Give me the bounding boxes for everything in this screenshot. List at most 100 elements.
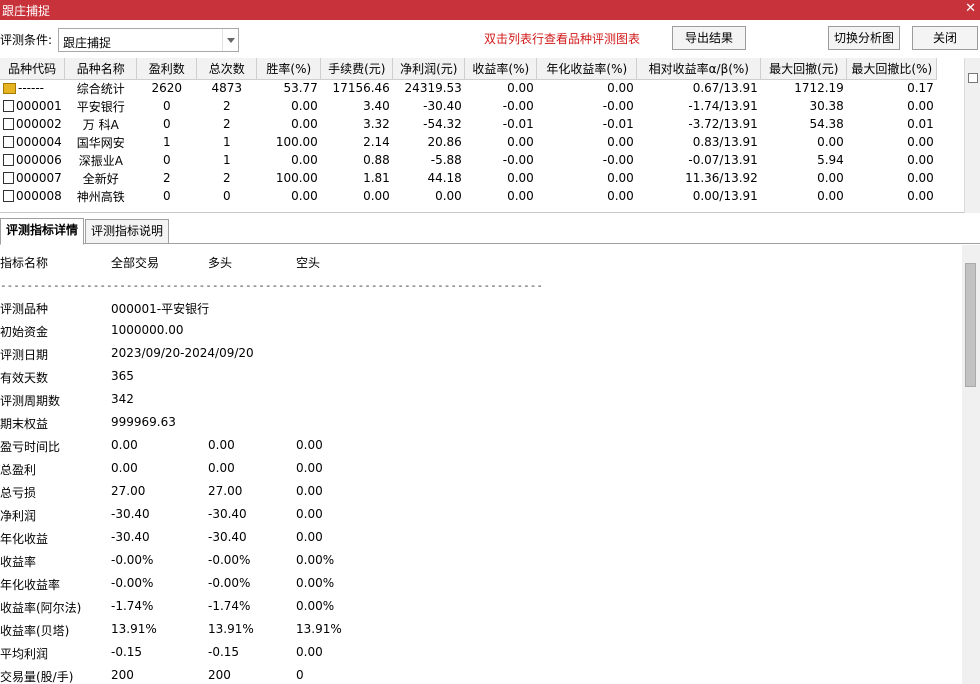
column-header[interactable]: 总次数: [196, 58, 258, 80]
metric-value: -0.15: [208, 645, 240, 659]
table-cell: 0: [162, 153, 171, 167]
cell-code: 000008: [0, 187, 65, 205]
detail-scrollbar[interactable]: [962, 245, 980, 684]
column-header[interactable]: 净利润(元): [392, 58, 466, 80]
table-cell: 2: [222, 99, 231, 113]
chevron-down-icon[interactable]: [222, 29, 238, 51]
metric-name: 期末权益: [0, 417, 49, 431]
table-cell: -30.40: [423, 99, 462, 113]
metric-value: 365: [111, 369, 134, 383]
table-cell: 0: [162, 189, 171, 203]
cell-code: 000006: [0, 151, 65, 169]
table-cell: 全新好: [82, 171, 119, 186]
column-header[interactable]: 年化收益率(%): [536, 58, 638, 80]
table-cell: 深振业A: [78, 153, 123, 168]
column-header[interactable]: 品种名称: [64, 58, 138, 80]
column-header[interactable]: 手续费(元): [320, 58, 394, 80]
table-row[interactable]: 000002 万 科A 0 2 0.00 3.32 -54.32 -0.01 -0.01 -3.7…: [0, 115, 937, 133]
title-bar: 跟庄捕捉 ✕: [0, 0, 980, 20]
column-header[interactable]: 相对收益率α/β(%): [636, 58, 762, 80]
table-cell: 0.67/13.91: [692, 81, 758, 96]
column-header[interactable]: 收益率(%): [464, 58, 538, 80]
metric-name: 年化收益率: [0, 578, 61, 592]
metric-value: 000001-平安银行: [111, 302, 210, 316]
table-cell: 万 科A: [82, 117, 119, 132]
cell-code-text: 000004: [16, 135, 62, 149]
table-row[interactable]: 000008 神州高铁 0 0 0.00 0.00 0.00 0.00 0.00 0.00/13.…: [0, 187, 937, 205]
table-cell: 0.00: [907, 99, 934, 113]
column-header[interactable]: 盈利数: [136, 58, 198, 80]
metric-value: 0.00: [296, 438, 323, 452]
table-row[interactable]: 000004 国华网安 1 1 100.00 2.14 20.86 0.00 0.00 0.83/…: [0, 133, 937, 151]
table-cell: -0.01: [602, 117, 634, 131]
metric-value: -0.00%: [208, 576, 251, 590]
table-cell: 0.00: [607, 189, 634, 203]
metric-value: 200: [208, 668, 231, 682]
table-cell: -0.00: [602, 153, 634, 167]
metric-value: 2023/09/20-2024/09/20: [111, 346, 254, 360]
metric-name: 交易量(股/手): [0, 670, 74, 684]
close-icon[interactable]: ✕: [965, 1, 976, 16]
metric-value: 0.00: [296, 484, 323, 498]
table-cell: 0.00: [507, 189, 534, 203]
table-cell: 0.00: [817, 135, 844, 149]
metric-name: 总盈利: [0, 463, 37, 477]
export-button[interactable]: 导出结果: [672, 26, 746, 50]
tab-details[interactable]: 评测指标详情: [0, 218, 85, 245]
table-row[interactable]: 000001 平安银行 0 2 0.00 3.40 -30.40 -0.00 -0.00 -1.7…: [0, 97, 937, 115]
metric-name: 收益率: [0, 555, 37, 569]
document-icon: [3, 118, 14, 130]
tab-description[interactable]: 评测指标说明: [85, 219, 170, 244]
table-cell: 1712.19: [794, 81, 844, 96]
table-cell: 0.00: [907, 189, 934, 203]
table-cell: 0.00: [291, 189, 318, 203]
table-row[interactable]: 000007 全新好 2 2 100.00 1.81 44.18 0.00 0.00 11.36/…: [0, 169, 937, 187]
table-row[interactable]: 000006 深振业A 0 1 0.00 0.88 -5.88 -0.00 -0.00 -0.07…: [0, 151, 937, 169]
column-header[interactable]: 胜率(%): [256, 58, 322, 80]
table-cell: 0: [162, 117, 171, 131]
column-header[interactable]: 品种代码: [0, 58, 66, 80]
table-cell: 5.94: [817, 153, 844, 167]
column-toggle-checkbox[interactable]: [968, 73, 978, 83]
table-cell: 综合统计: [76, 81, 125, 96]
table-scrollbar[interactable]: [964, 58, 980, 213]
scrollbar-thumb[interactable]: [965, 263, 976, 387]
column-header[interactable]: 最大回撤(元): [760, 58, 848, 80]
results-table: 品种代码 品种名称 盈利数 总次数 胜率(%) 手续费(元) 净利润(元) 收益…: [0, 58, 980, 213]
metric-name: 平均利润: [0, 647, 49, 661]
table-cell: 0.00: [291, 153, 318, 167]
metric-value: -0.00%: [208, 553, 251, 567]
column-header[interactable]: 最大回撤比(%): [846, 58, 938, 80]
cell-code-text: 000001: [16, 99, 62, 113]
metric-value: 0.00%: [296, 599, 335, 613]
table-cell: -0.00: [502, 99, 534, 113]
metric-value: -0.15: [111, 645, 143, 659]
cell-code-text: 000008: [16, 189, 62, 203]
table-cell: 0.00: [907, 171, 934, 185]
metric-name: 评测品种: [0, 302, 49, 316]
metric-name: 评测周期数: [0, 394, 61, 408]
table-cell: 0.00: [435, 189, 462, 203]
table-cell: 0.88: [363, 153, 390, 167]
metric-value: 0.00: [111, 438, 138, 452]
table-cell: 0.00: [507, 171, 534, 185]
table-cell: 0.00: [607, 135, 634, 149]
metric-name: 盈亏时间比: [0, 440, 61, 454]
condition-select[interactable]: 跟庄捕捉: [58, 28, 239, 52]
cell-code-text: ------: [18, 81, 44, 96]
condition-label: 评测条件:: [0, 33, 53, 47]
table-cell: 2: [222, 171, 231, 185]
metric-value: 342: [111, 392, 134, 406]
table-row[interactable]: ------ 综合统计 2620 4873 53.77 17156.46 24319.53 0…: [0, 79, 937, 97]
table-cell: 0.00: [907, 135, 934, 149]
switch-chart-button[interactable]: 切换分析图: [828, 26, 900, 50]
hint-text: 双击列表行查看品种评测图表: [484, 32, 641, 46]
table-cell: 0.00: [507, 81, 534, 96]
document-icon: [3, 190, 14, 202]
close-button[interactable]: 关闭: [912, 26, 978, 50]
metric-name: 初始资金: [0, 325, 49, 339]
metric-value: -1.74%: [208, 599, 251, 613]
metric-value: 27.00: [111, 484, 146, 498]
table-cell: 1: [222, 135, 231, 149]
metric-value: 27.00: [208, 484, 243, 498]
